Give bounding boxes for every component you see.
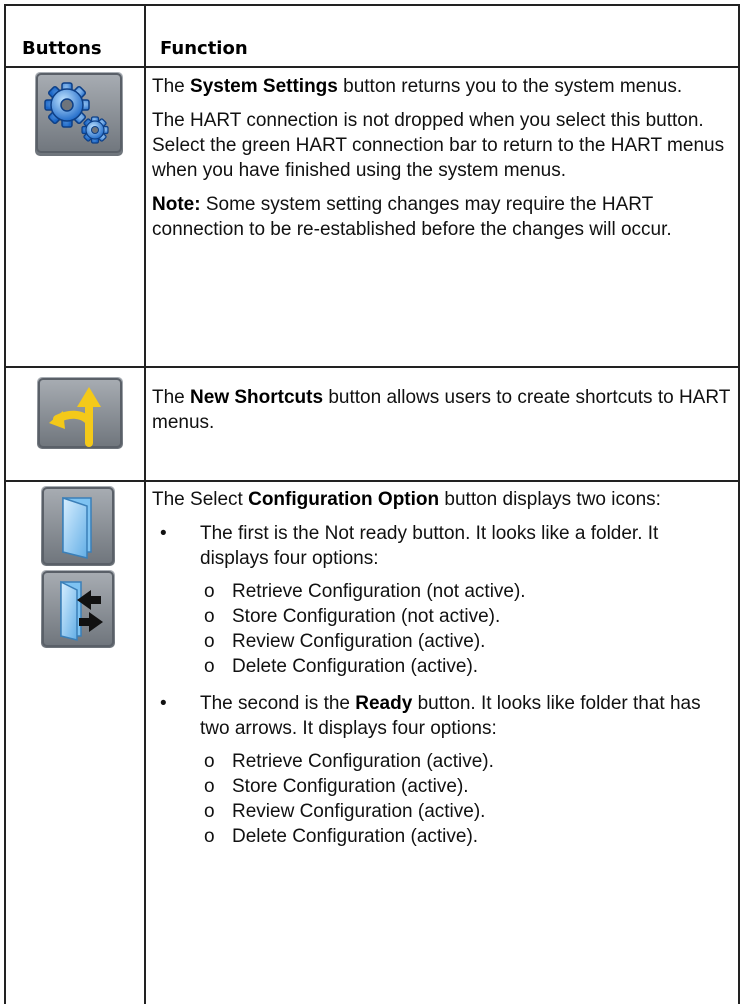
- button-function-table: Buttons Function The System Settings but…: [4, 4, 740, 1004]
- header-buttons: Buttons: [22, 38, 102, 59]
- sub-bullet-glyph: o: [204, 606, 215, 627]
- bullet-not-ready: • The first is the Not ready button. It …: [152, 521, 732, 571]
- list-item: o Store Configuration (not active).: [200, 604, 732, 629]
- option-text: Review Configuration (active).: [232, 801, 486, 822]
- sub-bullet-glyph: o: [204, 656, 215, 677]
- bullet-not-ready-text: The first is the Not ready button. It lo…: [200, 523, 659, 569]
- text-run: The Select: [152, 489, 249, 510]
- ready-options: o Retrieve Configuration (active). o Store…: [152, 749, 732, 849]
- bullet-glyph: •: [160, 523, 167, 544]
- note-text: Some system setting changes may require …: [152, 194, 672, 240]
- option-text: Review Configuration (active).: [232, 631, 486, 652]
- system-settings-note: Note: Some system setting changes may re…: [152, 192, 732, 242]
- bullet-ready-text: The second is the Ready button. It looks…: [200, 691, 732, 741]
- new-shortcuts-text: The New Shortcuts button allows users to…: [152, 385, 732, 435]
- row1-divider: [4, 366, 740, 368]
- bullet-ready: • The second is the Ready button. It loo…: [152, 691, 732, 741]
- header-divider: [4, 66, 740, 68]
- text-run: The: [152, 76, 191, 97]
- note-label: Note:: [152, 194, 201, 215]
- row2-divider: [4, 480, 740, 482]
- system-settings-intro: The System Settings button returns you t…: [152, 74, 732, 99]
- shortcut-arrows-icon: [37, 377, 123, 449]
- configuration-option-description: The Select Configuration Option button d…: [152, 487, 732, 849]
- bullet-glyph: •: [160, 693, 167, 714]
- configuration-option-term: Configuration Option: [248, 489, 440, 510]
- sub-bullet-glyph: o: [204, 776, 215, 797]
- sub-bullet-glyph: o: [204, 751, 215, 772]
- list-item: o Retrieve Configuration (active).: [200, 749, 732, 774]
- option-text: Delete Configuration (active).: [232, 656, 479, 677]
- ready-term: Ready: [355, 693, 413, 714]
- table-right-border: [738, 4, 740, 1004]
- return-to-hart-text: Select the green HART connection bar to …: [152, 135, 725, 181]
- list-item: o Review Configuration (active).: [200, 629, 732, 654]
- list-item: o Review Configuration (active).: [200, 799, 732, 824]
- list-item: o Delete Configuration (active).: [200, 654, 732, 679]
- new-shortcuts-term: New Shortcuts: [190, 387, 324, 408]
- system-settings-term: System Settings: [190, 76, 338, 97]
- configuration-option-intro: The Select Configuration Option button d…: [152, 487, 732, 512]
- system-settings-description: The System Settings button returns you t…: [152, 74, 732, 251]
- list-item: o Delete Configuration (active).: [200, 824, 732, 849]
- folder-icon: [41, 486, 115, 566]
- list-item: o Store Configuration (active).: [200, 774, 732, 799]
- text-run: The: [152, 387, 191, 408]
- option-text: Store Configuration (not active).: [232, 606, 501, 627]
- option-text: Retrieve Configuration (active).: [232, 751, 494, 772]
- sub-bullet-glyph: o: [204, 581, 215, 602]
- list-item: o Retrieve Configuration (not active).: [200, 579, 732, 604]
- text-run: The second is the: [200, 693, 356, 714]
- table-left-border: [4, 4, 6, 1004]
- not-ready-options: o Retrieve Configuration (not active). oS…: [152, 579, 732, 679]
- gears-icon: [35, 72, 123, 156]
- header-function: Function: [160, 38, 248, 59]
- table-column-divider: [144, 4, 146, 1004]
- sub-bullet-glyph: o: [204, 801, 215, 822]
- text-run: button displays two icons:: [439, 489, 661, 510]
- option-text: Delete Configuration (active).: [232, 826, 479, 847]
- text-run: button returns you to the system menus.: [337, 76, 683, 97]
- folder-arrows-icon: [41, 570, 115, 648]
- sub-bullet-glyph: o: [204, 826, 215, 847]
- sub-bullet-glyph: o: [204, 631, 215, 652]
- hart-not-dropped-text: The HART connection is not dropped when …: [152, 110, 704, 131]
- option-text: Retrieve Configuration (not active).: [232, 581, 526, 602]
- option-text: Store Configuration (active).: [232, 776, 469, 797]
- table-top-border: [4, 4, 740, 6]
- new-shortcuts-description: The New Shortcuts button allows users to…: [152, 385, 732, 444]
